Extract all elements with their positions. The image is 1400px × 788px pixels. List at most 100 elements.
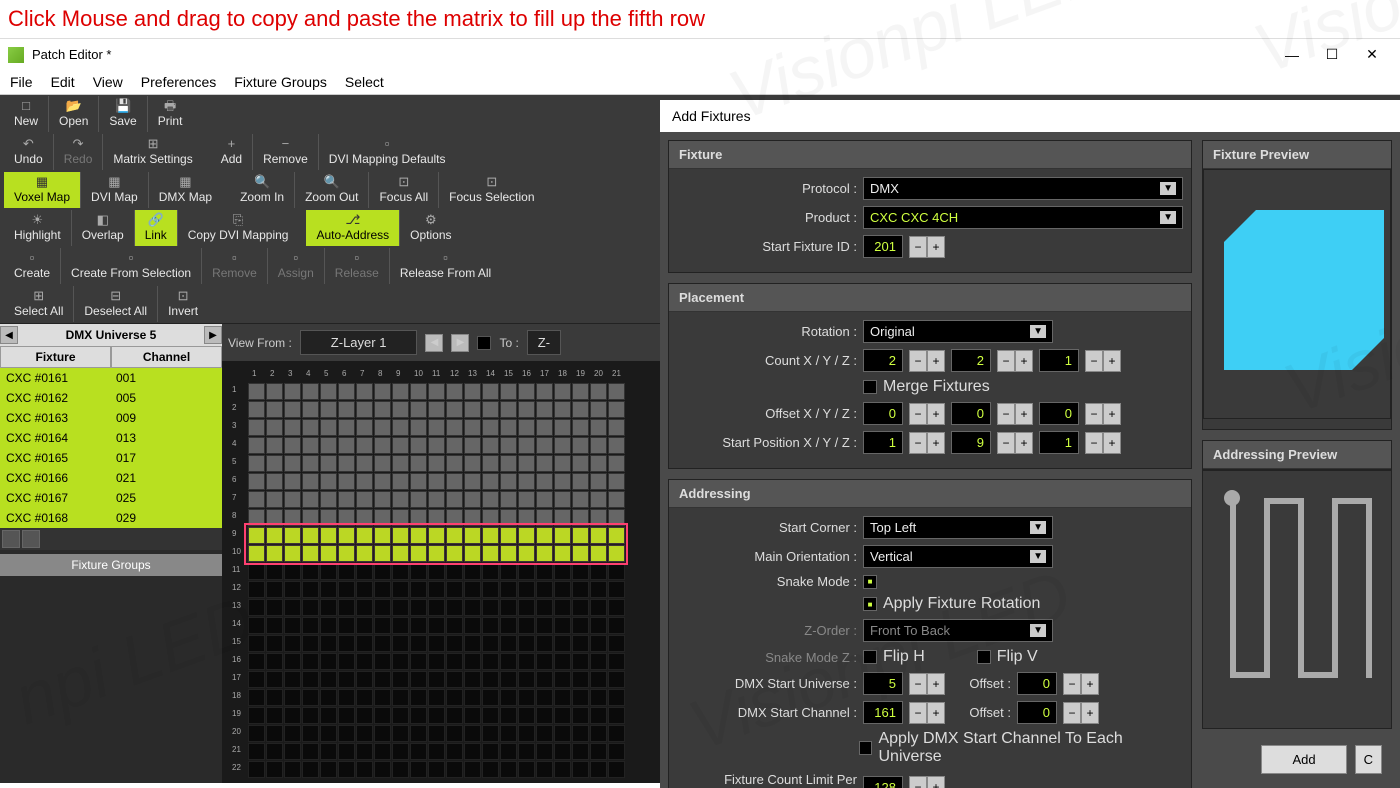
zlayer-select[interactable]: Z-Layer 1 [300,330,418,355]
menu-file[interactable]: File [10,74,33,90]
create-button[interactable]: ▫Create [4,248,61,284]
offset-y-input[interactable] [951,402,991,425]
startpos-y-input[interactable] [951,431,991,454]
table-row[interactable]: CXC #0164013 [0,428,222,448]
dmx-universe-offset-input[interactable] [1017,672,1057,695]
deselect-all-button[interactable]: ⊟Deselect All [74,286,158,322]
remove-group-button[interactable]: ▫Remove [202,248,268,284]
select-all-button[interactable]: ⊞Select All [4,286,74,322]
options-button[interactable]: ⚙Options [400,210,461,246]
fixture-table-header: FixtureChannel [0,346,222,368]
fg-btn-1[interactable] [2,530,20,548]
menu-bar: File Edit View Preferences Fixture Group… [0,70,1400,95]
fixture-section-header: Fixture [669,141,1191,169]
dmx-channel-input[interactable] [863,701,903,724]
menu-select[interactable]: Select [345,74,384,90]
zoom-out-button[interactable]: 🔍Zoom Out [295,172,369,208]
remove-button[interactable]: −Remove [253,134,319,170]
close-button[interactable]: ✕ [1352,46,1392,63]
universe-prev-button[interactable]: ◀ [0,326,18,344]
redo-button[interactable]: ↷Redo [54,134,104,170]
create-from-selection-button[interactable]: ▫Create From Selection [61,248,202,284]
startpos-z-input[interactable] [1039,431,1079,454]
fixture-groups-header: Fixture Groups [0,554,222,576]
link-button[interactable]: 🔗Link [135,210,178,246]
apply-each-universe-checkbox[interactable] [859,741,873,755]
maximize-button[interactable]: ☐ [1312,46,1352,63]
menu-view[interactable]: View [93,74,123,90]
zlayer-to-select[interactable]: Z- [527,330,561,355]
snake-mode-checkbox[interactable] [863,575,877,589]
count-x-input[interactable] [863,349,903,372]
protocol-select[interactable]: DMX▼ [863,177,1183,200]
undo-button[interactable]: ↶Undo [4,134,54,170]
assign-button[interactable]: ▫Assign [268,248,325,284]
auto-address-button[interactable]: ⎇Auto-Address [306,210,400,246]
add-button[interactable]: +Add [211,134,253,170]
count-y-input[interactable] [951,349,991,372]
save-button[interactable]: 💾Save [99,96,147,132]
menu-edit[interactable]: Edit [51,74,75,90]
flip-h-checkbox[interactable] [863,650,877,664]
addressing-preview [1203,469,1391,471]
universe-label: DMX Universe 5 [18,328,204,342]
product-select[interactable]: CXC CXC 4CH▼ [863,206,1183,229]
merge-fixtures-checkbox[interactable] [863,380,877,394]
print-button[interactable]: 🖶Print [148,96,193,132]
open-button[interactable]: 📂Open [49,96,99,132]
release-from-all-button[interactable]: ▫Release From All [390,248,501,284]
new-button[interactable]: □New [4,96,49,132]
view-from-label: View From : [228,336,292,350]
table-row[interactable]: CXC #0165017 [0,448,222,468]
menu-fixture-groups[interactable]: Fixture Groups [234,74,327,90]
table-row[interactable]: CXC #0161001 [0,368,222,388]
table-row[interactable]: CXC #0162005 [0,388,222,408]
zlayer-next[interactable]: ▶ [451,334,469,352]
dvi-map-button[interactable]: ▦DVI Map [81,172,149,208]
start-fixture-id-input[interactable] [863,235,903,258]
release-button[interactable]: ▫Release [325,248,390,284]
to-label: To : [499,336,518,350]
start-corner-select[interactable]: Top Left▼ [863,516,1053,539]
fixture-preview-header: Fixture Preview [1203,141,1391,169]
color-swatch[interactable] [477,336,491,350]
rotation-select[interactable]: Original▼ [863,320,1053,343]
dmx-channel-offset-input[interactable] [1017,701,1057,724]
matrix-settings-button[interactable]: ⊞Matrix Settings [103,134,202,170]
table-row[interactable]: CXC #0168029 [0,508,222,528]
fixture-group-buttons [0,528,222,550]
dvi-defaults-button[interactable]: ▫DVI Mapping Defaults [319,134,456,170]
start-id-inc[interactable]: + [927,236,945,258]
add-fixtures-title: Add Fixtures [660,100,1400,132]
offset-x-input[interactable] [863,402,903,425]
zlayer-prev[interactable]: ◀ [425,334,443,352]
start-id-dec[interactable]: − [909,236,927,258]
voxel-map-button[interactable]: ▦Voxel Map [4,172,81,208]
fixture-table-body: CXC #0161001CXC #0162005CXC #0163009CXC … [0,368,222,528]
invert-button[interactable]: ⊡Invert [158,286,208,322]
minimize-button[interactable]: — [1272,47,1312,63]
menu-preferences[interactable]: Preferences [141,74,216,90]
table-row[interactable]: CXC #0167025 [0,488,222,508]
table-row[interactable]: CXC #0166021 [0,468,222,488]
table-row[interactable]: CXC #0163009 [0,408,222,428]
fg-btn-2[interactable] [22,530,40,548]
highlight-button[interactable]: ☀Highlight [4,210,72,246]
flip-v-checkbox[interactable] [977,650,991,664]
dmx-map-button[interactable]: ▦DMX Map [149,172,222,208]
universe-next-button[interactable]: ▶ [204,326,222,344]
universe-header: ◀ DMX Universe 5 ▶ [0,324,222,346]
startpos-x-input[interactable] [863,431,903,454]
dmx-universe-input[interactable] [863,672,903,695]
zoom-in-button[interactable]: 🔍Zoom In [230,172,295,208]
focus-all-button[interactable]: ⊡Focus All [369,172,439,208]
count-z-input[interactable] [1039,349,1079,372]
copy-dvi-button[interactable]: ⎘Copy DVI Mapping [178,210,299,246]
focus-selection-button[interactable]: ⊡Focus Selection [439,172,544,208]
orientation-select[interactable]: Vertical▼ [863,545,1053,568]
offset-z-input[interactable] [1039,402,1079,425]
fixture-limit-input[interactable] [863,776,903,788]
apply-rotation-checkbox[interactable] [863,597,877,611]
overlap-button[interactable]: ◧Overlap [72,210,135,246]
zorder-select: Front To Back▼ [863,619,1053,642]
